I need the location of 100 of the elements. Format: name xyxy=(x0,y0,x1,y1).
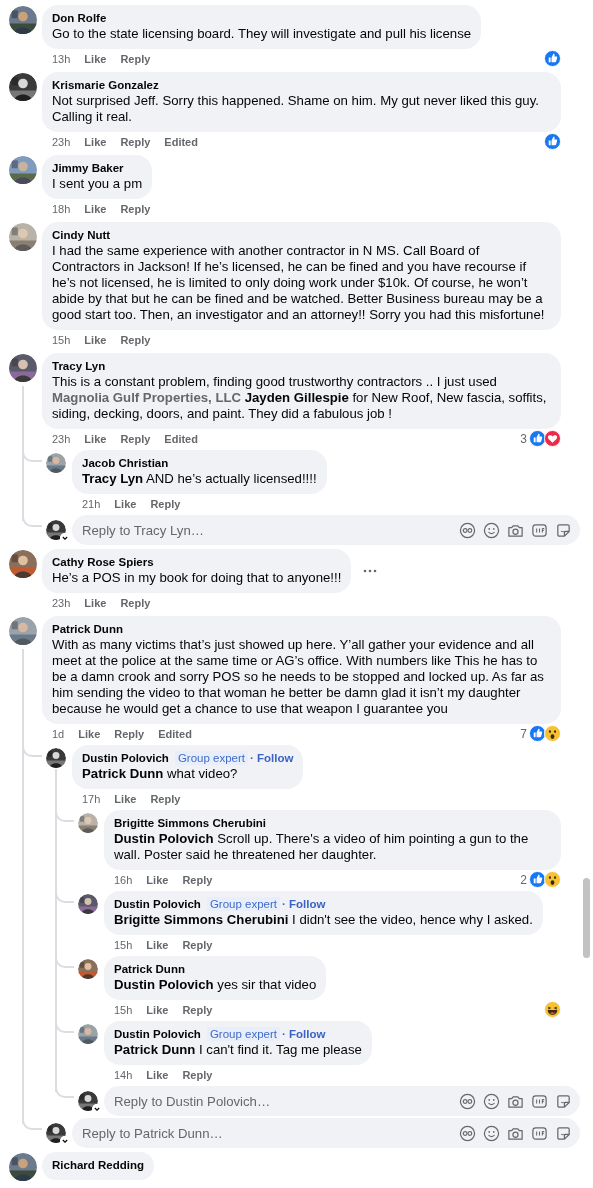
emoji-icon[interactable] xyxy=(483,1092,500,1110)
action-link[interactable]: Like xyxy=(146,938,169,951)
edited-label: Edited xyxy=(164,432,198,445)
author-name[interactable]: Krismarie Gonzalez xyxy=(52,78,159,93)
timestamp: 23h xyxy=(52,432,71,445)
action-link[interactable]: Like xyxy=(114,792,137,805)
comment-text: With as many victims that’s just showed up here. Y’all gather your evidence and all meet at the police at the same time or AG’s office. With numbers like This he has to be a damn crook and sorry POS so he needs to be stopped and locked up. As far as him sending the video to that woman he better be damn glad it isn’t my daughter because he would get a chance to use that weapon I guarantee you xyxy=(52,637,545,717)
action-link[interactable]: Reply xyxy=(120,52,151,65)
chevron-down-icon[interactable] xyxy=(92,1104,102,1114)
action-link[interactable]: Reply xyxy=(182,873,213,886)
reply-field[interactable]: Reply to Dustin Polovich… xyxy=(114,1091,459,1111)
action-link[interactable]: Like xyxy=(114,497,137,510)
author-name[interactable]: Jacob Christian xyxy=(82,456,169,471)
group-expert-label: Group expert xyxy=(206,897,281,911)
author-name[interactable]: Dustin Polovich xyxy=(114,1027,201,1042)
gif-icon[interactable] xyxy=(531,1124,548,1142)
action-link[interactable]: Reply xyxy=(114,727,145,740)
comment-text: I sent you a pm xyxy=(52,176,143,192)
comment-text: Not surprised Jeff. Sorry this happened. Shame on him. My gut never liked this guy. Calling it real. xyxy=(52,93,540,125)
action-link[interactable]: Like xyxy=(84,202,107,215)
timestamp: 1d xyxy=(52,727,65,740)
action-link[interactable]: Like xyxy=(78,727,101,740)
action-link[interactable]: Reply xyxy=(120,333,151,346)
laughing-face-icon xyxy=(544,1001,561,1018)
reaction-count[interactable]: 7 xyxy=(520,726,527,741)
author-name[interactable]: Dustin Polovich xyxy=(82,751,169,766)
action-link[interactable]: Like xyxy=(146,1003,169,1016)
reply-box[interactable]: Reply to Dustin Polovich… xyxy=(104,1086,580,1116)
sticker-icon[interactable] xyxy=(555,1124,572,1142)
comment-text: This is a constant problem, finding good trustworthy contractors .. I just used Magnolia Gulf Properties, LLC Jayden Gillespie for New Roof, New fascia, soffits, siding, decking, doors, and paint. They did a fabulous job ! xyxy=(52,374,548,422)
reaction-count[interactable]: 2 xyxy=(520,872,527,887)
action-link[interactable]: Reply xyxy=(120,135,151,148)
avatar-sticker-icon[interactable] xyxy=(459,1092,476,1110)
reaction-count[interactable]: 3 xyxy=(520,431,527,446)
timestamp: 15h xyxy=(114,938,133,951)
action-link[interactable]: Reply xyxy=(120,596,151,609)
action-link[interactable]: Reply xyxy=(182,938,213,951)
comment-text: Patrick Dunn I can't find it. Tag me please xyxy=(114,1042,362,1058)
like-icon xyxy=(529,430,546,447)
edited-label: Edited xyxy=(158,727,192,740)
action-link[interactable]: Reply xyxy=(120,202,151,215)
reply-box[interactable]: Reply to Tracy Lyn… xyxy=(72,515,580,545)
follow-link[interactable]: · Follow xyxy=(250,752,294,764)
timestamp: 13h xyxy=(52,52,71,65)
like-icon xyxy=(529,871,546,888)
author-name[interactable]: Dustin Polovich xyxy=(114,897,201,912)
emoji-icon[interactable] xyxy=(483,521,500,539)
action-link[interactable]: Like xyxy=(84,432,107,445)
timestamp: 15h xyxy=(114,1003,133,1016)
author-name[interactable]: Cathy Rose Spiers xyxy=(52,555,154,570)
action-link[interactable]: Reply xyxy=(182,1003,213,1016)
author-name[interactable]: Patrick Dunn xyxy=(52,622,123,637)
author-name[interactable]: Jimmy Baker xyxy=(52,161,124,176)
reply-field[interactable]: Reply to Tracy Lyn… xyxy=(82,520,459,540)
timestamp: 15h xyxy=(52,333,71,346)
action-link[interactable]: Reply xyxy=(150,497,181,510)
reply-field[interactable]: Reply to Patrick Dunn… xyxy=(82,1123,459,1143)
action-link[interactable]: Like xyxy=(84,52,107,65)
action-link[interactable]: Like xyxy=(146,1068,169,1081)
comment-text: Dustin Polovich Scroll up. There's a video of him pointing a gun to the wall. Poster said he threatened her daughter. xyxy=(114,831,530,863)
timestamp: 16h xyxy=(114,873,133,886)
comment-text: Go to the state licensing board. They will investigate and pull his license xyxy=(52,26,472,42)
more-icon xyxy=(363,569,378,573)
avatar-sticker-icon[interactable] xyxy=(459,521,476,539)
action-link[interactable]: Like xyxy=(84,333,107,346)
comment-text: Dustin Polovich yes sir that video xyxy=(114,977,317,993)
action-link[interactable]: Reply xyxy=(120,432,151,445)
comment-text: I had the same experience with another contractor in N MS. Call Board of Contractors in Jackson! If he’s licensed, he can be fined and you have recourse if he’s not licensed, he is limited to only doing work under $10k. Of course, he won’t abide by that but he can be fined and be watched. Better Business bureau may be a good start too. Then, an investigator and an attorney!! Sorry you had this misfortune! xyxy=(52,243,546,323)
surprised-face-icon xyxy=(544,725,561,742)
author-name[interactable]: Brigitte Simmons Cherubini xyxy=(114,816,267,831)
surprised-face-icon xyxy=(544,871,561,888)
author-name[interactable]: Patrick Dunn xyxy=(114,962,185,977)
timestamp: 21h xyxy=(82,497,101,510)
avatar-sticker-icon[interactable] xyxy=(459,1124,476,1142)
scrollbar-thumb[interactable] xyxy=(583,878,590,958)
comment-text: Tracy Lyn AND he’s actually licensed!!!! xyxy=(82,471,317,487)
sticker-icon[interactable] xyxy=(555,1092,572,1110)
author-name[interactable]: Tracy Lyn xyxy=(52,359,106,374)
follow-link[interactable]: · Follow xyxy=(282,1028,326,1040)
emoji-icon[interactable] xyxy=(483,1124,500,1142)
group-expert-label: Group expert xyxy=(174,751,249,765)
sticker-icon[interactable] xyxy=(555,521,572,539)
timestamp: 23h xyxy=(52,596,71,609)
follow-link[interactable]: · Follow xyxy=(282,898,326,910)
reply-box[interactable]: Reply to Patrick Dunn… xyxy=(72,1118,580,1148)
chevron-down-icon[interactable] xyxy=(60,533,70,543)
gif-icon[interactable] xyxy=(531,521,548,539)
like-icon xyxy=(544,133,561,150)
author-name[interactable]: Don Rolfe xyxy=(52,11,107,26)
author-name[interactable]: Richard Redding xyxy=(52,1158,144,1173)
action-link[interactable]: Like xyxy=(146,873,169,886)
like-icon xyxy=(544,50,561,67)
action-link[interactable]: Reply xyxy=(182,1068,213,1081)
chevron-down-icon[interactable] xyxy=(60,1136,70,1146)
action-link[interactable]: Like xyxy=(84,135,107,148)
action-link[interactable]: Reply xyxy=(150,792,181,805)
edited-label: Edited xyxy=(164,135,198,148)
action-link[interactable]: Like xyxy=(84,596,107,609)
author-name[interactable]: Cindy Nutt xyxy=(52,228,111,243)
gif-icon[interactable] xyxy=(531,1092,548,1110)
